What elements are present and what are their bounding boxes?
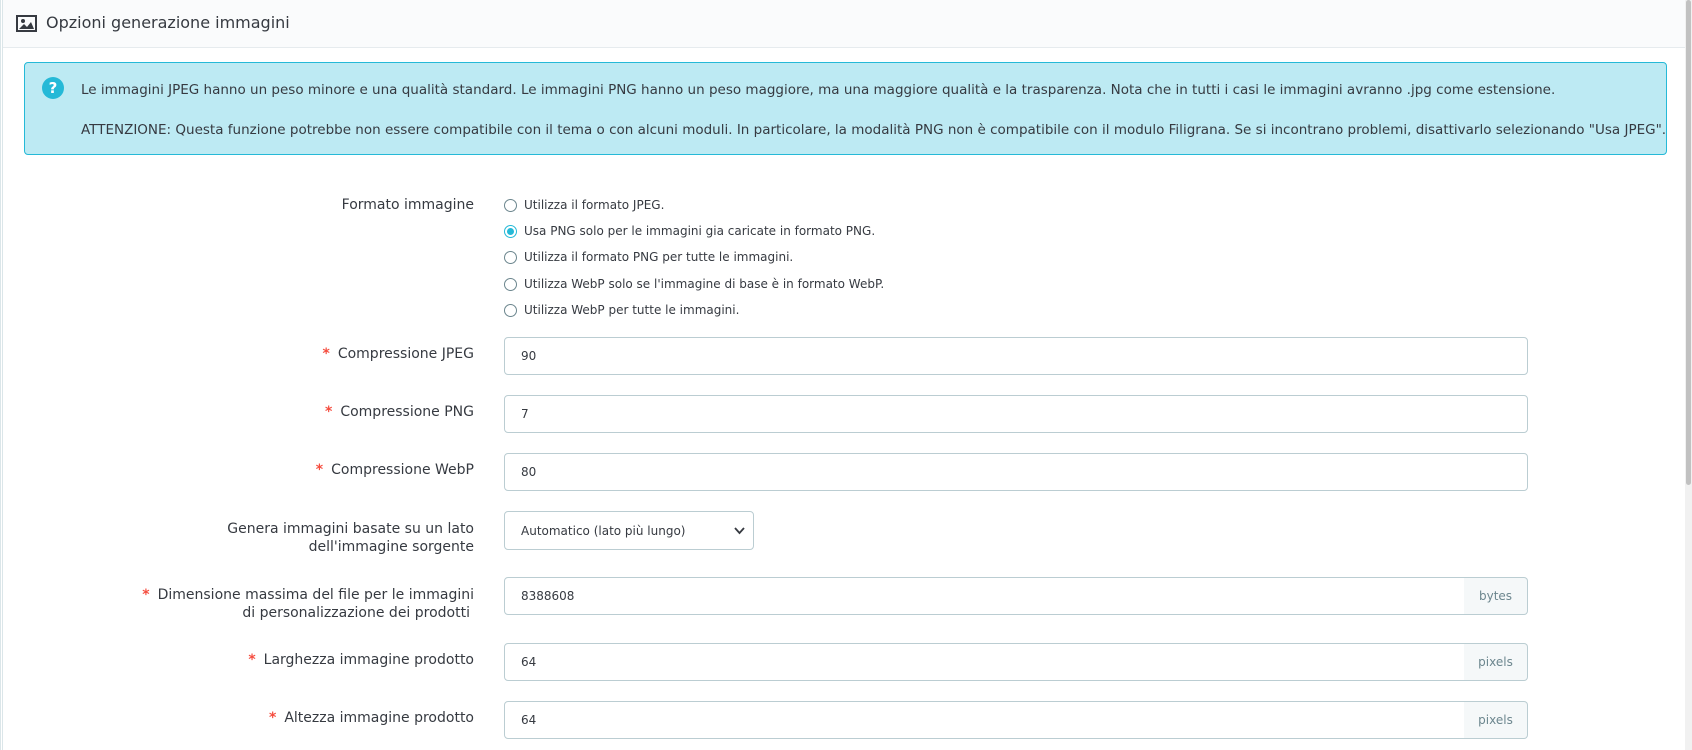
question-circle-icon: ? [42, 77, 64, 99]
format-option[interactable]: Utilizza il formato PNG per tutte le imm… [504, 248, 793, 266]
max-size-label-line1: Dimensione massima del file per le immag… [157, 587, 474, 603]
product-height-input[interactable] [504, 701, 1465, 739]
format-option[interactable]: Utilizza il formato JPEG. [504, 196, 664, 214]
pixels-addon: pixels [1464, 643, 1528, 681]
format-option[interactable]: Usa PNG solo per le immagini gia caricat… [504, 222, 875, 240]
format-label: Formato immagine [341, 197, 474, 213]
max-size-label-line2: di personalizzazione dei prodotti [242, 605, 470, 621]
format-option[interactable]: Utilizza WebP solo se l'immagine di base… [504, 275, 884, 293]
png-label-text: Compressione PNG [340, 404, 474, 420]
side-label-line2: dell'immagine sorgente [308, 539, 474, 555]
jpeg-label: * Compressione JPEG [323, 345, 475, 363]
height-label-text: Altezza immagine prodotto [284, 710, 474, 726]
radio-button[interactable] [504, 198, 517, 212]
alert-text-line1: Le immagini JPEG hanno un peso minore e … [81, 82, 1556, 98]
radio-button[interactable] [504, 224, 517, 238]
png-compression-input[interactable] [504, 395, 1528, 433]
panel-heading: Opzioni generazione immagini [3, 0, 1686, 48]
side-select-value: Automatico (lato più lungo) [521, 523, 686, 538]
format-option-label: Utilizza WebP per tutte le immagini. [524, 303, 740, 317]
panel-title: Opzioni generazione immagini [46, 13, 290, 32]
image-options-panel: Opzioni generazione immagini ? Le immagi… [2, 0, 1686, 750]
product-width-input[interactable] [504, 643, 1465, 681]
jpeg-label-text: Compressione JPEG [337, 346, 474, 362]
chevron-down-icon [734, 527, 745, 535]
format-option[interactable]: Utilizza WebP per tutte le immagini. [504, 301, 739, 319]
webp-compression-input[interactable] [504, 453, 1528, 491]
png-label: * Compressione PNG [325, 403, 474, 421]
radio-button[interactable] [504, 250, 517, 264]
webp-label: * Compressione WebP [316, 461, 474, 479]
bytes-addon: bytes [1464, 577, 1528, 615]
side-label: Genera immagini basate su un lato dell'i… [227, 520, 474, 556]
required-mark: * [325, 404, 333, 420]
required-mark: * [315, 462, 324, 478]
format-option-label: Utilizza WebP solo se l'immagine di base… [524, 277, 885, 291]
required-mark: * [322, 346, 330, 362]
radio-button[interactable] [504, 277, 517, 291]
required-mark: * [142, 587, 150, 603]
image-icon [16, 15, 37, 32]
alert-text-line2: ATTENZIONE: Questa funzione potrebbe non… [81, 122, 1667, 138]
info-alert: ? Le immagini JPEG hanno un peso minore … [24, 62, 1667, 155]
width-label-text: Larghezza immagine prodotto [263, 652, 474, 668]
required-mark: * [269, 710, 277, 726]
max-size-label: * Dimensione massima del file per le imma… [142, 586, 474, 622]
format-option-label: Usa PNG solo per le immagini gia caricat… [524, 224, 876, 238]
required-mark: * [248, 652, 256, 668]
pixels-addon: pixels [1464, 701, 1528, 739]
scrollbar-thumb[interactable] [1686, 0, 1691, 485]
radio-button[interactable] [504, 303, 517, 317]
side-label-line1: Genera immagini basate su un lato [227, 521, 474, 537]
format-option-label: Utilizza il formato JPEG. [524, 198, 665, 212]
height-label: * Altezza immagine prodotto [269, 709, 474, 727]
max-size-input[interactable] [504, 577, 1465, 615]
jpeg-compression-input[interactable] [504, 337, 1528, 375]
page-edge [0, 0, 1, 750]
width-label: * Larghezza immagine prodotto [248, 651, 474, 669]
side-select[interactable]: Automatico (lato più lungo) [504, 511, 754, 550]
webp-label-text: Compressione WebP [331, 462, 474, 478]
format-option-label: Utilizza il formato PNG per tutte le imm… [524, 250, 794, 264]
